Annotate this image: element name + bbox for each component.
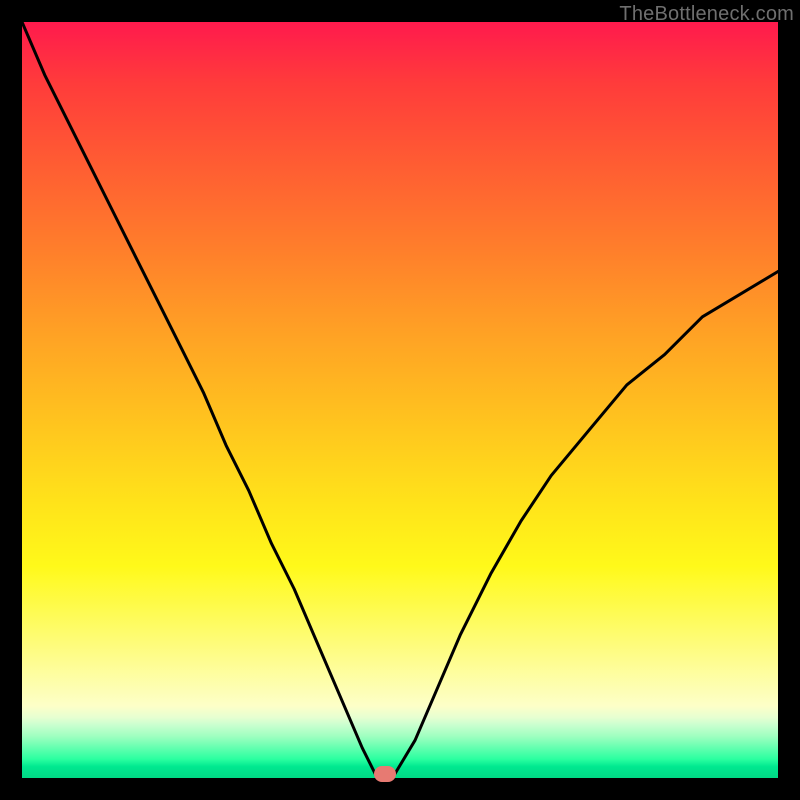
gradient-plot-area xyxy=(22,22,778,778)
bottleneck-curve xyxy=(22,22,778,778)
watermark-label: TheBottleneck.com xyxy=(619,3,794,26)
optimal-marker-icon xyxy=(374,766,396,782)
chart-frame: TheBottleneck.com xyxy=(0,0,800,800)
curve-path xyxy=(22,22,778,778)
